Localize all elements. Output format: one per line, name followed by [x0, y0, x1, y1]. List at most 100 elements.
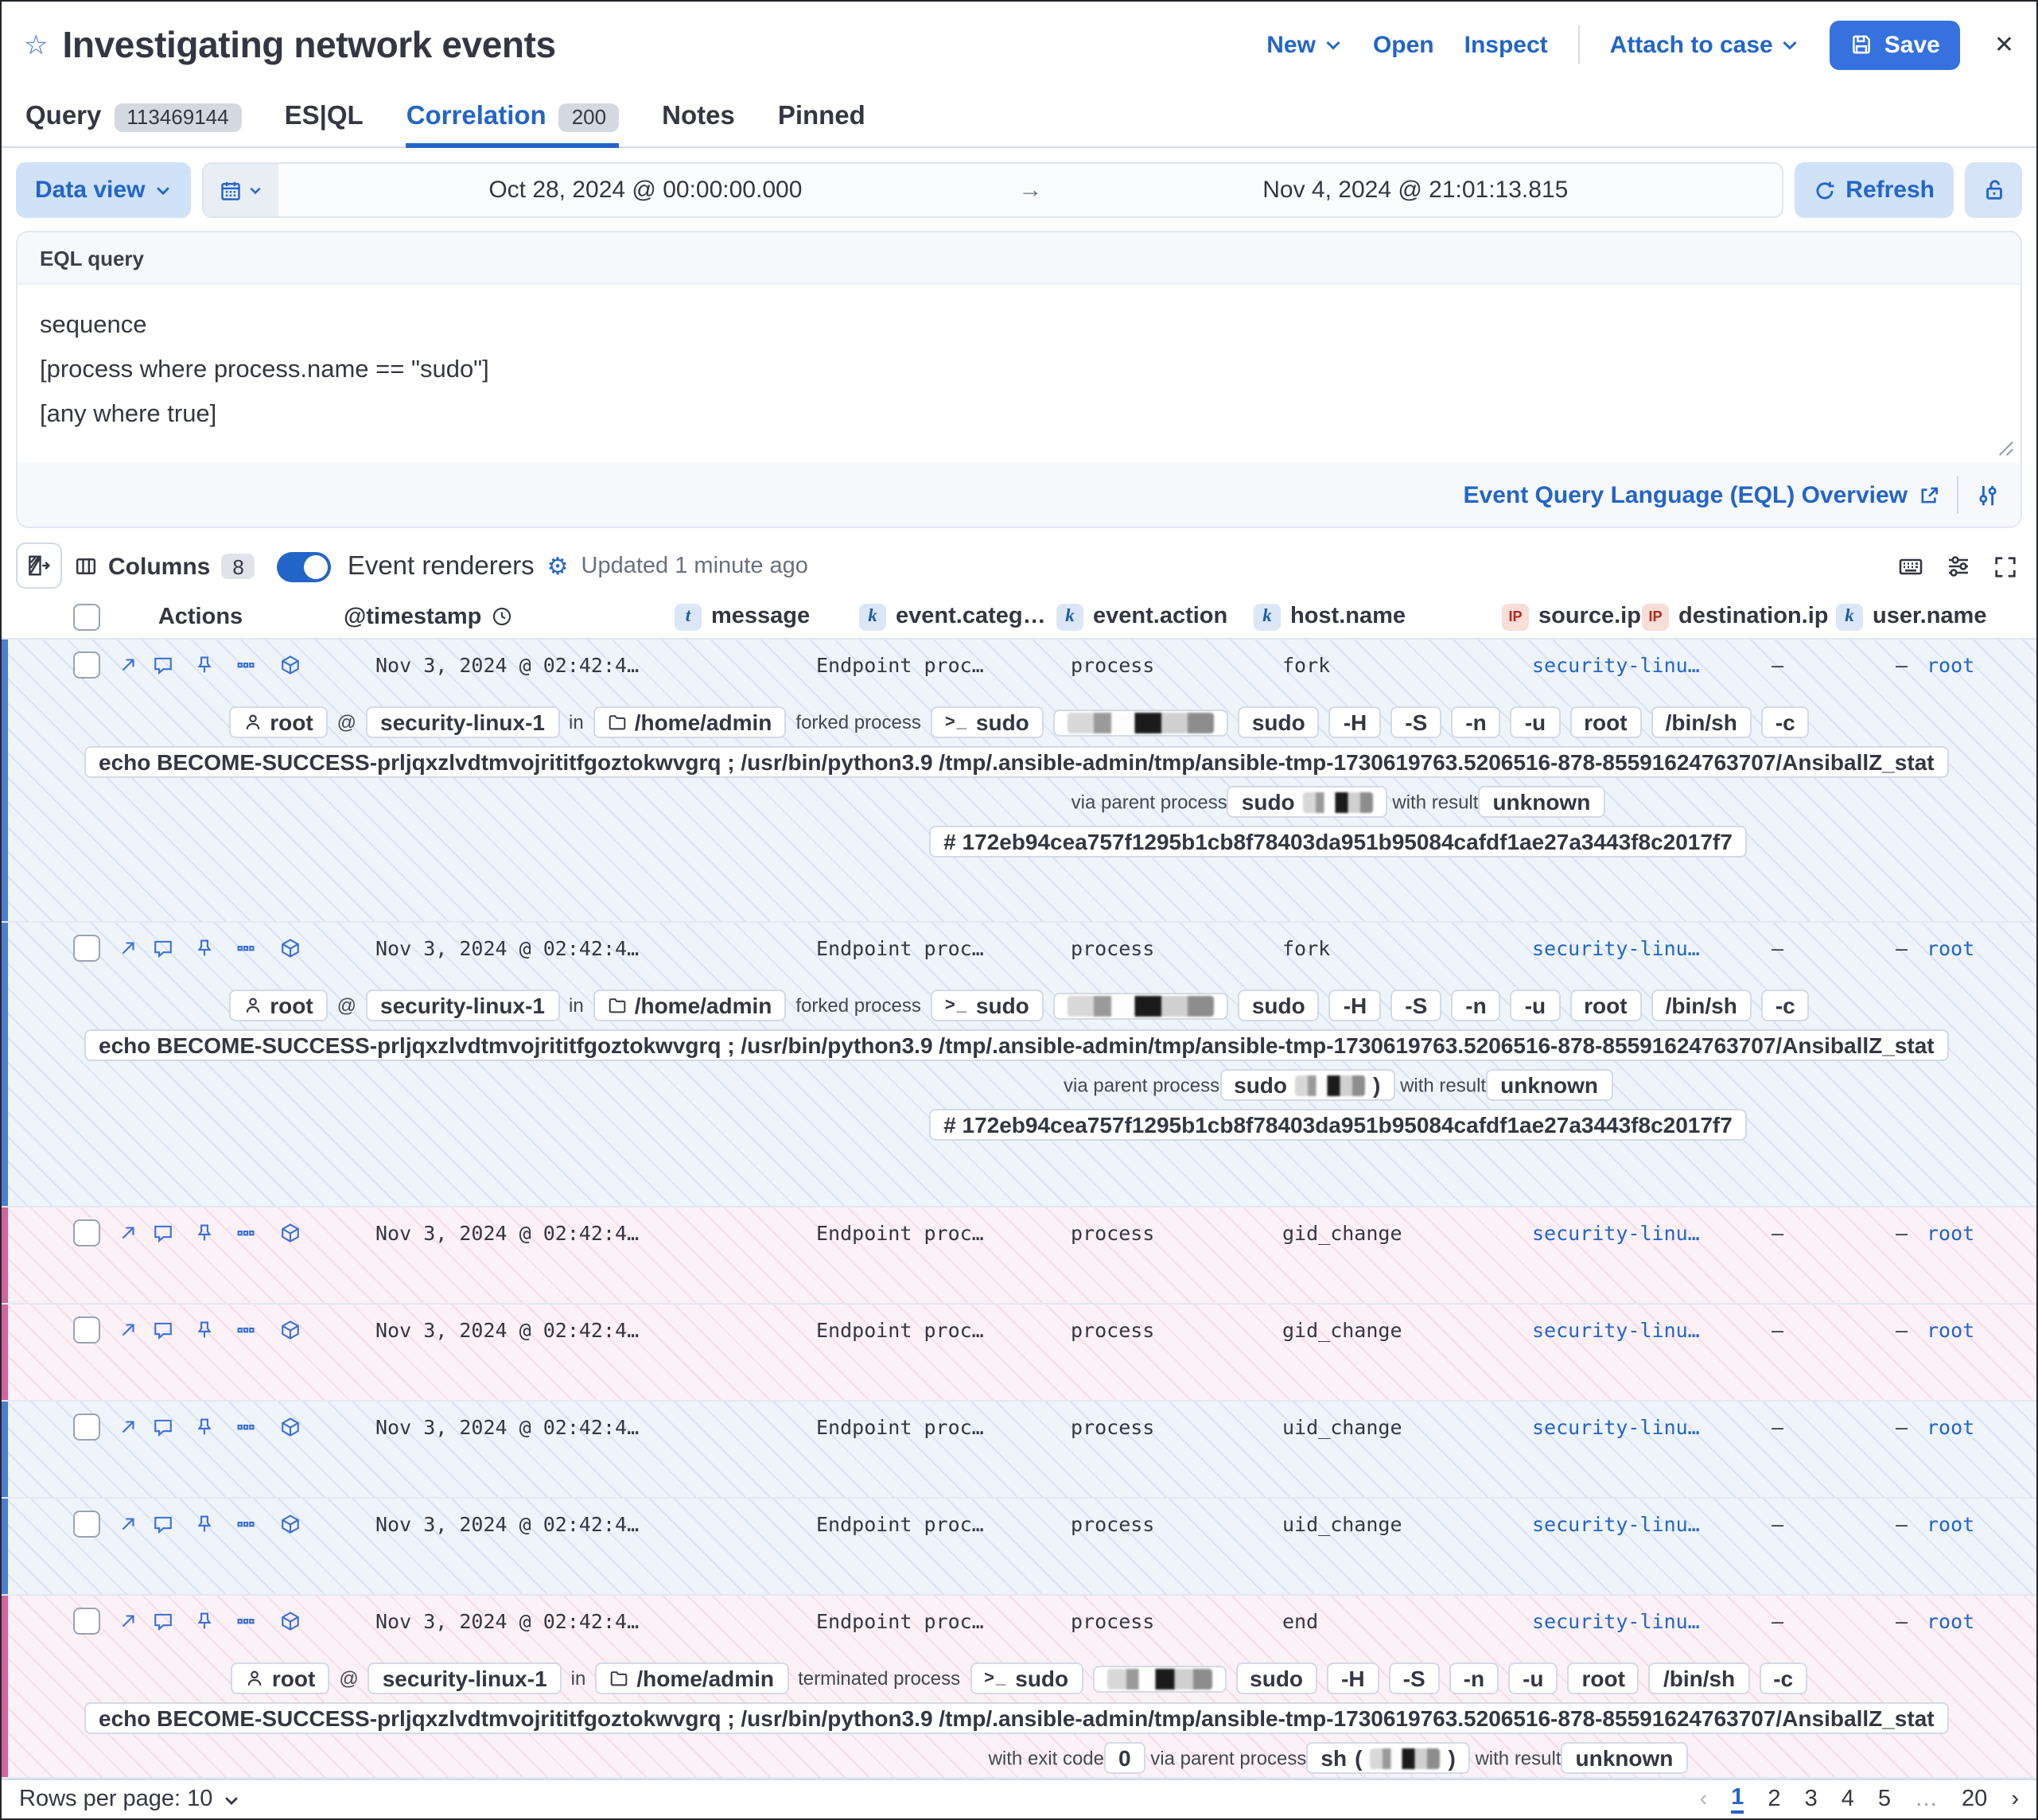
columns-button[interactable]: Columns 8: [75, 553, 255, 580]
previous-page-button[interactable]: ‹: [1700, 1787, 1708, 1812]
select-event-checkbox[interactable]: [73, 1316, 100, 1343]
page-button-4[interactable]: 4: [1842, 1787, 1854, 1812]
expand-event-icon[interactable]: [118, 937, 138, 958]
pin-event-icon[interactable]: [194, 937, 215, 958]
select-event-checkbox[interactable]: [73, 1510, 100, 1537]
user-badge[interactable]: root: [228, 706, 327, 738]
analyze-event-icon[interactable]: [280, 937, 301, 958]
select-event-checkbox[interactable]: [73, 1413, 100, 1440]
expand-event-icon[interactable]: [118, 1222, 138, 1242]
host-name-cell[interactable]: security-linu…: [1532, 1414, 1700, 1438]
host-badge[interactable]: security-linux-1: [368, 1662, 562, 1694]
process-hash-badge[interactable]: # 172eb94cea757f1295b1cb8f78403da951b950…: [929, 826, 1747, 858]
exit-code-badge[interactable]: 0: [1104, 1742, 1145, 1774]
command-badge[interactable]: echo BECOME-SUCCESS-prljqxzlvdtmvojritit…: [84, 1702, 1949, 1734]
user-name-cell[interactable]: root: [1927, 652, 1974, 676]
column-header-Actions[interactable]: Actions: [145, 604, 256, 629]
user-name-cell[interactable]: root: [1927, 1511, 1974, 1535]
pin-event-icon[interactable]: [194, 654, 215, 675]
close-icon[interactable]: ✕: [1994, 30, 2014, 59]
tab-pinned[interactable]: Pinned: [778, 88, 865, 146]
more-actions-icon[interactable]: [235, 1513, 256, 1534]
host-name-cell[interactable]: security-linu…: [1532, 1220, 1700, 1244]
working-directory-badge[interactable]: /home/admin: [593, 706, 787, 738]
analyze-event-icon[interactable]: [280, 1222, 301, 1242]
save-button[interactable]: Save: [1830, 20, 1961, 69]
arg-badge[interactable]: /bin/sh: [1649, 1662, 1749, 1694]
expand-event-icon[interactable]: [118, 1319, 138, 1340]
parent-process-badge[interactable]: sudo: [1227, 786, 1387, 818]
arg-badge[interactable]: -H: [1327, 1662, 1379, 1694]
more-actions-icon[interactable]: [235, 1319, 256, 1340]
user-name-cell[interactable]: root: [1927, 1414, 1974, 1438]
analyze-event-icon[interactable]: [280, 1416, 301, 1437]
select-event-checkbox[interactable]: [73, 651, 100, 678]
eql-overview-link[interactable]: Event Query Language (EQL) Overview: [1464, 481, 1940, 508]
working-directory-badge[interactable]: /home/admin: [593, 990, 787, 1021]
arg-badge[interactable]: -c: [1761, 706, 1810, 738]
page-button-2[interactable]: 2: [1768, 1787, 1780, 1812]
pin-event-icon[interactable]: [194, 1222, 215, 1242]
column-header-event.categ-[interactable]: kevent.categ…: [859, 603, 1046, 630]
expand-event-icon[interactable]: [118, 1416, 138, 1437]
arg-badge[interactable]: root: [1569, 706, 1641, 738]
arg-badge[interactable]: root: [1569, 990, 1641, 1021]
arg-badge[interactable]: -u: [1511, 990, 1560, 1021]
open-button[interactable]: Open: [1373, 31, 1434, 58]
inspect-button[interactable]: Inspect: [1464, 31, 1548, 58]
host-name-cell[interactable]: security-linu…: [1532, 935, 1700, 959]
user-name-cell[interactable]: root: [1927, 935, 1974, 959]
select-event-checkbox[interactable]: [73, 1219, 100, 1246]
favorite-star-icon[interactable]: ☆: [24, 31, 49, 58]
add-note-icon[interactable]: [153, 1513, 173, 1534]
add-note-icon[interactable]: [153, 654, 173, 675]
more-actions-icon[interactable]: [235, 937, 256, 958]
resize-handle[interactable]: [1997, 439, 2014, 457]
data-view-button[interactable]: Data view: [16, 162, 191, 218]
keyboard-shortcuts-icon[interactable]: [1898, 554, 1923, 579]
result-badge[interactable]: unknown: [1562, 1742, 1688, 1774]
analyze-event-icon[interactable]: [280, 1610, 301, 1631]
tab-es-ql[interactable]: ES|QL: [285, 88, 364, 146]
arg-badge[interactable]: -H: [1329, 990, 1382, 1021]
process-badge[interactable]: >_sudo: [970, 1662, 1083, 1694]
host-name-cell[interactable]: security-linu…: [1532, 1608, 1700, 1632]
add-note-icon[interactable]: [153, 937, 173, 958]
page-button-3[interactable]: 3: [1805, 1787, 1818, 1812]
fullscreen-icon[interactable]: [1993, 554, 2017, 578]
column-header-source.ip[interactable]: IPsource.ip: [1502, 603, 1641, 630]
select-event-checkbox[interactable]: [73, 1607, 100, 1634]
parent-process-badge[interactable]: sudo): [1219, 1069, 1394, 1101]
more-actions-icon[interactable]: [235, 1416, 256, 1437]
user-name-cell[interactable]: root: [1927, 1220, 1974, 1244]
parent-process-badge[interactable]: sh (): [1306, 1742, 1469, 1774]
column-header-message[interactable]: tmessage: [675, 603, 810, 630]
tab-notes[interactable]: Notes: [662, 88, 735, 146]
user-name-cell[interactable]: root: [1927, 1608, 1974, 1632]
start-date-field[interactable]: Oct 28, 2024 @ 00:00:00.000: [278, 164, 1012, 216]
arg-badge[interactable]: /bin/sh: [1651, 706, 1752, 738]
arg-badge[interactable]: sudo: [1238, 706, 1320, 738]
arg-badge[interactable]: -c: [1759, 1662, 1807, 1694]
arg-badge[interactable]: -u: [1508, 1662, 1558, 1694]
process-args-redacted-badge[interactable]: [1092, 1665, 1226, 1692]
analyze-event-icon[interactable]: [280, 1319, 301, 1340]
arg-badge[interactable]: -S: [1390, 990, 1441, 1021]
process-badge[interactable]: >_sudo: [931, 990, 1044, 1021]
expand-event-icon[interactable]: [118, 654, 138, 675]
working-directory-badge[interactable]: /home/admin: [595, 1662, 788, 1694]
result-badge[interactable]: unknown: [1478, 786, 1604, 818]
page-button-5[interactable]: 5: [1878, 1787, 1891, 1812]
eql-query-text[interactable]: sequence [process where process.name == …: [40, 304, 1998, 438]
refresh-button[interactable]: Refresh: [1795, 162, 1954, 218]
analyze-event-icon[interactable]: [280, 1513, 301, 1534]
column-header-host.name[interactable]: khost.name: [1254, 603, 1406, 630]
attach-to-case-button[interactable]: Attach to case: [1610, 31, 1800, 58]
column-header-@timestamp[interactable]: @timestamp: [344, 604, 511, 629]
expand-event-icon[interactable]: [118, 1610, 138, 1631]
host-badge[interactable]: security-linux-1: [366, 706, 559, 738]
more-actions-icon[interactable]: [235, 1610, 256, 1631]
pin-event-icon[interactable]: [194, 1513, 215, 1534]
add-note-icon[interactable]: [153, 1610, 173, 1631]
arg-badge[interactable]: -n: [1451, 990, 1500, 1021]
